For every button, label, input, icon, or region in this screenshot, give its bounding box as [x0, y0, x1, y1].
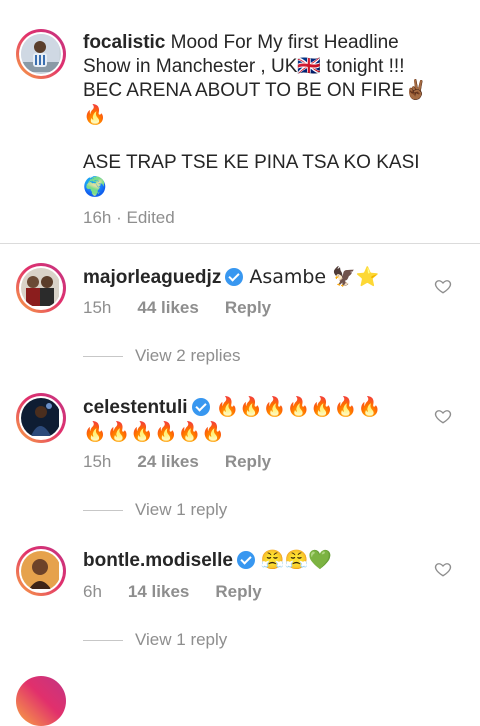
next-comment-avatar-partial — [16, 676, 66, 726]
caption-line-5: ASE TRAP TSE KE PINA TSA KO KASI — [83, 152, 420, 173]
comment-time: 15h — [83, 298, 112, 317]
avatar-photo-bontle-modiselle — [21, 551, 59, 589]
avatar-photo-focalistic — [21, 34, 59, 72]
verified-badge-icon — [225, 268, 244, 286]
view-replies-button[interactable]: View 2 replies — [83, 346, 241, 366]
comment-body-line-1: 🔥🔥🔥🔥🔥🔥🔥 — [215, 396, 382, 418]
comment-text: majorleaguedjz Asambe 🦅⭐ — [83, 265, 379, 290]
comment-time: 15h — [83, 452, 112, 471]
comment-meta: 15h 44 likes Reply — [83, 298, 271, 318]
view-replies-button[interactable]: View 1 reply — [83, 500, 227, 520]
comment-body: Asambe 🦅⭐ — [249, 266, 380, 288]
post-caption: focalistic Mood For My first Headline Sh… — [0, 0, 480, 244]
comment-body: 😤😤💚 — [260, 549, 332, 571]
caption-line-6: 🌍 — [83, 176, 107, 198]
comment-likes[interactable]: 14 likes — [128, 582, 189, 602]
reply-button[interactable]: Reply — [215, 582, 261, 602]
caption-meta: 16h · Edited — [83, 208, 175, 228]
caption-time: 16h — [83, 208, 112, 227]
verified-badge-icon — [191, 398, 210, 416]
comment-avatar[interactable] — [16, 393, 66, 443]
comment-username[interactable]: bontle.modiselle — [83, 550, 233, 571]
replies-line — [83, 355, 123, 357]
comment-meta: 15h 24 likes Reply — [83, 452, 271, 472]
avatar-photo-celestentuli — [21, 398, 59, 436]
reply-button[interactable]: Reply — [225, 452, 271, 472]
comment-text: celestentuli 🔥🔥🔥🔥🔥🔥🔥 🔥🔥🔥🔥🔥🔥 — [83, 395, 381, 444]
caption-avatar[interactable] — [16, 29, 66, 79]
avatar-photo-majorleaguedjz — [21, 268, 59, 306]
view-replies-label: View 2 replies — [135, 346, 241, 365]
caption-line-2: Show in Manchester , UK🇬🇧 tonight !!! — [83, 56, 405, 77]
view-replies-label: View 1 reply — [135, 500, 228, 519]
caption-divider — [0, 243, 480, 244]
comment-meta: 6h 14 likes Reply — [83, 582, 262, 602]
comment-avatar[interactable] — [16, 546, 66, 596]
caption-line-1: Mood For My first Headline — [170, 32, 399, 53]
comment-username[interactable]: celestentuli — [83, 397, 188, 418]
reply-button[interactable]: Reply — [225, 298, 271, 318]
comment-body-line-2: 🔥🔥🔥🔥🔥🔥 — [83, 421, 225, 443]
view-replies-button[interactable]: View 1 reply — [83, 630, 227, 650]
view-replies-label: View 1 reply — [135, 630, 228, 649]
heart-icon[interactable] — [434, 407, 452, 425]
caption-text: focalistic Mood For My first Headline Sh… — [83, 31, 428, 199]
comment-text: bontle.modiselle 😤😤💚 — [83, 548, 332, 573]
verified-badge-icon — [236, 551, 255, 569]
comment-likes[interactable]: 24 likes — [137, 452, 198, 472]
replies-line — [83, 639, 123, 641]
comment-time: 6h — [83, 582, 102, 601]
caption-edited: · Edited — [116, 208, 175, 227]
caption-username[interactable]: focalistic — [83, 32, 165, 53]
comment-likes[interactable]: 44 likes — [137, 298, 198, 318]
heart-icon[interactable] — [434, 277, 452, 295]
replies-line — [83, 509, 123, 511]
comment-username[interactable]: majorleaguedjz — [83, 267, 221, 288]
caption-line-4: 🔥 — [83, 104, 107, 126]
caption-line-3: BEC ARENA ABOUT TO BE ON FIRE✌🏾 — [83, 80, 428, 101]
heart-icon[interactable] — [434, 560, 452, 578]
comment-avatar[interactable] — [16, 263, 66, 313]
